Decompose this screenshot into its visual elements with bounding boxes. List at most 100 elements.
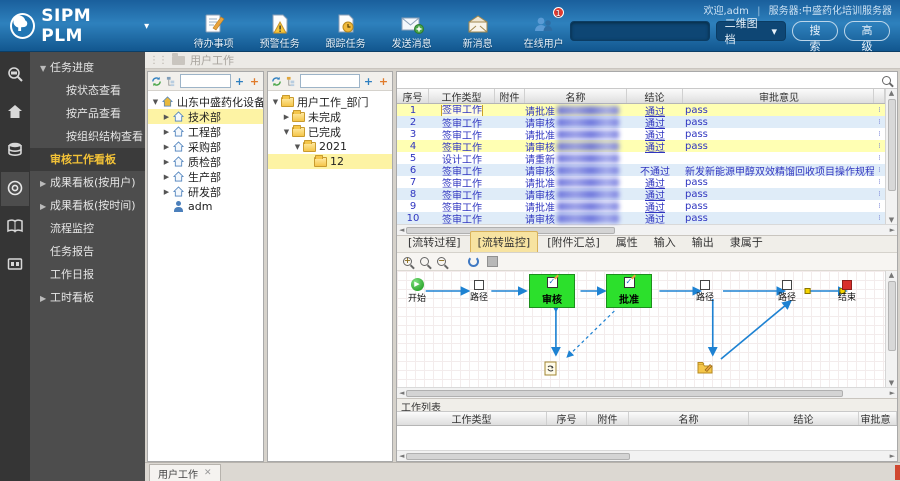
expander-icon[interactable]: ▶ — [162, 188, 171, 196]
global-search-input[interactable] — [569, 21, 710, 41]
detail-tab[interactable]: [流转监控] — [469, 231, 539, 252]
row-more-icon[interactable]: ⁞ — [874, 190, 885, 198]
scrollbar-thumb[interactable] — [887, 281, 896, 351]
collapse-all-icon[interactable]: + — [248, 75, 261, 88]
column-header[interactable]: 结论 — [627, 89, 683, 103]
toolbar-button-todo[interactable]: 待办事项 — [188, 11, 240, 50]
workflow-task-node[interactable]: 审核 — [529, 274, 575, 308]
sidebar-item[interactable]: ▶ 工时看板 — [30, 286, 145, 309]
work-tree-node[interactable]: ▼ 2021 — [268, 139, 392, 154]
expander-icon[interactable]: ▶ — [162, 158, 171, 166]
scrollbar-thumb[interactable] — [887, 99, 896, 191]
expand-all-icon[interactable]: + — [233, 75, 246, 88]
folder-edit-icon[interactable] — [697, 361, 713, 377]
org-tree-node[interactable]: ▶ 技术部 — [148, 109, 263, 124]
advanced-search-button[interactable]: 高级 — [843, 21, 890, 53]
column-header[interactable]: 序号 — [397, 89, 429, 103]
sidebar-item[interactable]: 流程监控 — [30, 217, 145, 240]
scroll-left-icon[interactable]: ◄ — [399, 389, 404, 397]
table-filter-input[interactable] — [397, 72, 876, 88]
column-header[interactable]: 工作类型 — [429, 89, 495, 103]
refresh-icon[interactable] — [270, 75, 283, 88]
table-row[interactable]: 10 签审工作 请审核 通过 pass ⁞ — [397, 212, 885, 226]
expander-icon[interactable]: ▼ — [271, 98, 280, 106]
scroll-down-icon[interactable]: ▼ — [889, 216, 894, 224]
scroll-left-icon[interactable]: ◄ — [399, 452, 404, 460]
scroll-right-icon[interactable]: ► — [890, 389, 895, 397]
refresh-layout-icon[interactable] — [468, 256, 479, 267]
diagram-vertical-scrollbar[interactable]: ▲ ▼ — [885, 271, 897, 387]
scrollbar-thumb[interactable] — [406, 389, 843, 397]
work-tree-filter-input[interactable] — [300, 74, 360, 88]
zoom-in-icon[interactable]: + — [403, 256, 412, 266]
search-button[interactable]: 搜索 — [791, 21, 838, 53]
workflow-canvas[interactable]: ▶ 开始 路径 审核 批准 路径 路径 结束 — [397, 271, 885, 387]
expand-all-icon[interactable]: + — [362, 75, 375, 88]
expander-icon[interactable]: ▶ — [282, 113, 291, 121]
work-list-column-header[interactable]: 附件 — [587, 412, 629, 425]
work-list-column-header[interactable]: 名称 — [629, 412, 749, 425]
row-more-icon[interactable]: ⁞ — [874, 214, 885, 222]
work-list-column-header[interactable]: 结论 — [749, 412, 859, 425]
nav-strip-media-icon[interactable] — [1, 248, 29, 282]
toolbar-button-send-message[interactable]: 发送消息 — [386, 11, 438, 50]
scroll-up-icon[interactable]: ▲ — [889, 271, 894, 279]
workflow-path-node[interactable]: 路径 — [689, 280, 721, 303]
workflow-end-node[interactable]: 结束 — [831, 280, 863, 303]
column-header[interactable]: 名称 — [525, 89, 627, 103]
nav-strip-monitor-icon[interactable] — [1, 172, 29, 206]
detail-tab[interactable]: [附件汇总] — [540, 232, 607, 252]
locate-icon[interactable] — [285, 75, 298, 88]
table-vertical-scrollbar[interactable]: ▲ ▼ — [885, 89, 897, 224]
org-tree-node[interactable]: adm — [148, 199, 263, 214]
sidebar-item[interactable]: 任务报告 — [30, 240, 145, 263]
sidebar-item[interactable]: ▼ 任务进度 — [30, 56, 145, 79]
diagram-horizontal-scrollbar[interactable]: ◄ ► — [397, 387, 897, 398]
row-more-icon[interactable]: ⁞ — [874, 178, 885, 186]
detail-tab[interactable]: 输出 — [685, 232, 721, 252]
scroll-right-icon[interactable]: ► — [890, 452, 895, 460]
org-tree-node[interactable]: ▶ 采购部 — [148, 139, 263, 154]
workflow-task-node[interactable]: 批准 — [606, 274, 652, 308]
toolbar-button-new-message[interactable]: 新消息 — [452, 11, 504, 50]
expander-icon[interactable]: ▶ — [162, 173, 171, 181]
sidebar-item[interactable]: 按组织结构查看 — [30, 125, 145, 148]
work-list-horizontal-scrollbar[interactable]: ◄ ► — [397, 450, 897, 461]
work-list-column-header[interactable]: 序号 — [547, 412, 587, 425]
org-tree-node[interactable]: ▶ 工程部 — [148, 124, 263, 139]
expander-icon[interactable]: ▶ — [162, 143, 171, 151]
work-list-column-header[interactable]: 工作类型 — [397, 412, 547, 425]
doc-loop-icon[interactable] — [544, 361, 557, 379]
nav-strip-home-icon[interactable] — [1, 96, 29, 130]
sidebar-item[interactable]: 按产品查看 — [30, 102, 145, 125]
nav-strip-database-icon[interactable] — [1, 134, 29, 168]
work-list-column-header[interactable]: 审批意 — [859, 412, 897, 425]
row-more-icon[interactable]: ⁞ — [874, 202, 885, 210]
scroll-right-icon[interactable]: ► — [890, 226, 895, 234]
close-icon[interactable]: ✕ — [204, 468, 212, 478]
sidebar-item[interactable]: ▶ 成果看板(按时间) — [30, 194, 145, 217]
column-header[interactable]: 审批意见 — [683, 89, 874, 103]
expander-icon[interactable]: ▶ — [162, 113, 171, 121]
row-more-icon[interactable]: ⁞ — [874, 142, 885, 150]
bottom-tab-user-work[interactable]: 用户工作 ✕ — [149, 464, 221, 481]
toolbar-button-alert-task[interactable]: 预警任务 — [254, 11, 306, 50]
grid-toggle-icon[interactable] — [487, 256, 498, 267]
sidebar-item[interactable]: ▶ 成果看板(按用户) — [30, 171, 145, 194]
org-tree-node[interactable]: ▼ 山东中盛药化设备有限公司 — [148, 94, 263, 109]
zoom-out-icon[interactable]: − — [437, 256, 446, 266]
zoom-reset-icon[interactable] — [420, 257, 429, 266]
work-tree-node[interactable]: ▶ 未完成 — [268, 109, 392, 124]
row-more-icon[interactable]: ⁞ — [874, 166, 885, 174]
expander-icon[interactable]: ▼ — [282, 128, 291, 136]
column-header[interactable]: 附件 — [495, 89, 525, 103]
search-category-select[interactable]: 二维图档 ▾ — [715, 17, 786, 46]
conclusion-link[interactable]: 通过 — [645, 143, 665, 154]
sidebar-item[interactable]: 工作日报 — [30, 263, 145, 286]
sidebar-item[interactable]: 按状态查看 — [30, 79, 145, 102]
org-tree-node[interactable]: ▶ 研发部 — [148, 184, 263, 199]
drag-handle-icon[interactable]: ⋮⋮ — [149, 55, 168, 66]
org-tree-node[interactable]: ▶ 生产部 — [148, 169, 263, 184]
row-more-icon[interactable]: ⁞ — [874, 106, 885, 114]
row-more-icon[interactable]: ⁞ — [874, 154, 885, 162]
